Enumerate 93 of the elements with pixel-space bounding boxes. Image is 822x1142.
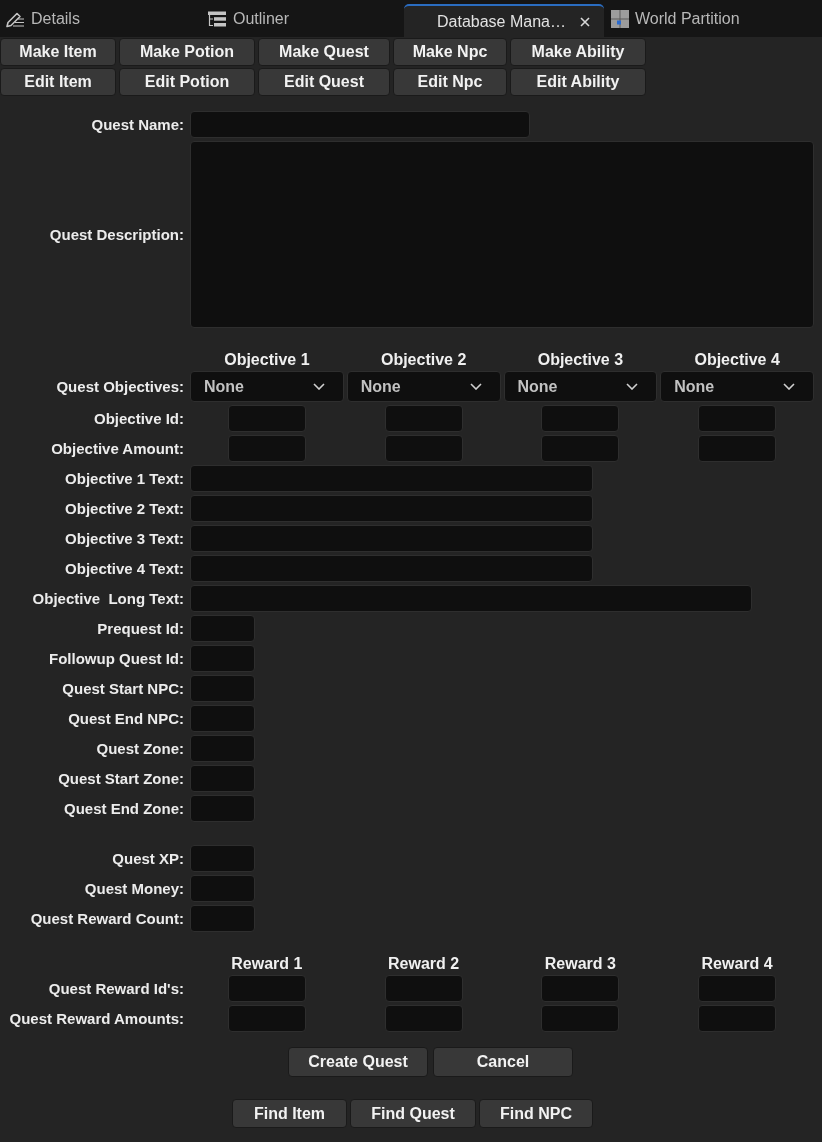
toolbar-button[interactable]: Edit Item [0,68,116,96]
input-field[interactable] [698,1005,777,1032]
dropdown[interactable]: None [190,371,344,402]
field-label: Quest Reward Amounts: [8,1010,184,1027]
field-label: Quest Start Zone: [57,770,184,787]
field-label: Quest Objectives: [55,378,184,395]
field-label: Quest XP: [111,850,184,867]
column-header: Objective 3 [537,351,624,369]
tab[interactable]: World Partition [606,0,806,37]
input-field[interactable] [384,1005,463,1032]
input-field[interactable] [384,405,463,432]
list-icon [207,10,227,27]
input-field[interactable] [190,495,593,522]
field-label: Quest Name: [90,116,184,133]
column-header: Objective 1 [224,351,310,369]
input-field[interactable] [190,585,752,612]
input-field[interactable] [190,735,255,762]
input-field[interactable] [190,675,255,702]
field-label: Quest Start NPC: [61,680,184,697]
chevron-down-icon [783,383,795,390]
field-label: Objective 4 Text: [64,560,184,577]
grid-icon [611,9,629,28]
chevron-down-icon [626,383,639,390]
field-label: Objective Id: [92,410,184,427]
input-field[interactable] [227,435,306,462]
input-field[interactable] [190,765,255,792]
input-field[interactable] [698,975,777,1002]
find-button[interactable]: Find Quest [350,1099,476,1128]
toolbar-button[interactable]: Make Item [0,38,116,66]
input-field[interactable] [384,435,463,462]
input-field[interactable] [190,615,255,642]
column-header: Objective 2 [380,351,467,369]
input-field[interactable] [698,435,777,462]
field-label: Quest End NPC: [67,710,184,727]
toolbar-button[interactable]: Edit Quest [258,68,390,96]
field-label: Objective 1 Text: [64,470,184,487]
input-field[interactable] [190,525,593,552]
input-field[interactable] [384,975,463,1002]
toolbar-button[interactable]: Make Npc [393,38,507,66]
field-label: Quest End Zone: [63,800,184,817]
dropdown[interactable]: None [346,371,501,402]
text-area[interactable] [190,141,814,328]
column-header: Reward 2 [388,955,460,973]
column-header: Reward 1 [231,955,303,973]
input-field[interactable] [541,1005,620,1032]
input-field[interactable] [190,645,255,672]
column-header: Reward 4 [701,955,773,973]
toolbar-button[interactable]: Edit Potion [119,68,255,96]
field-label: Quest Reward Id's: [47,980,184,997]
action-button[interactable]: Cancel [433,1047,573,1077]
field-label: Objective Amount: [50,440,184,457]
input-field[interactable] [190,555,593,582]
input-field[interactable] [227,975,306,1002]
chevron-down-icon [469,383,482,390]
field-label: Followup Quest Id: [48,650,184,667]
toolbar-button[interactable]: Edit Ability [510,68,646,96]
toolbar-button[interactable]: Make Quest [258,38,390,66]
field-label: Objective 3 Text: [64,530,184,547]
input-field[interactable] [698,405,777,432]
toolbar-button[interactable]: Make Potion [119,38,255,66]
chevron-down-icon [312,383,325,390]
field-label: Objective Long Text: [31,590,184,607]
column-header: Reward 3 [544,955,616,973]
input-field[interactable] [227,405,306,432]
field-label: Quest Zone: [95,740,184,757]
toolbar-button[interactable]: Edit Npc [393,68,507,96]
input-field[interactable] [541,435,620,462]
action-button[interactable]: Create Quest [288,1047,428,1077]
input-field[interactable] [190,845,255,872]
dropdown[interactable]: None [503,371,658,402]
input-field[interactable] [190,111,530,138]
input-field[interactable] [541,975,620,1002]
input-field[interactable] [227,1005,306,1032]
tab[interactable]: Database Mana… [404,4,604,37]
find-button[interactable]: Find Item [232,1099,347,1128]
input-field[interactable] [190,795,255,822]
input-field[interactable] [190,465,593,492]
toolbar-button[interactable]: Make Ability [510,38,646,66]
find-button[interactable]: Find NPC [479,1099,593,1128]
close-icon[interactable] [580,16,590,27]
dropdown[interactable]: None [660,371,814,402]
field-label: Quest Money: [83,880,184,897]
field-label: Objective 2 Text: [64,500,184,517]
tab[interactable]: Details [0,0,200,37]
input-field[interactable] [190,875,255,902]
input-field[interactable] [541,405,620,432]
field-label: Quest Description: [48,226,184,243]
field-label: Quest Reward Count: [29,910,184,927]
input-field[interactable] [190,705,255,732]
input-field[interactable] [190,905,255,932]
column-header: Objective 4 [694,351,780,369]
field-label: Prequest Id: [96,620,184,637]
tab[interactable]: Outliner [202,0,402,37]
